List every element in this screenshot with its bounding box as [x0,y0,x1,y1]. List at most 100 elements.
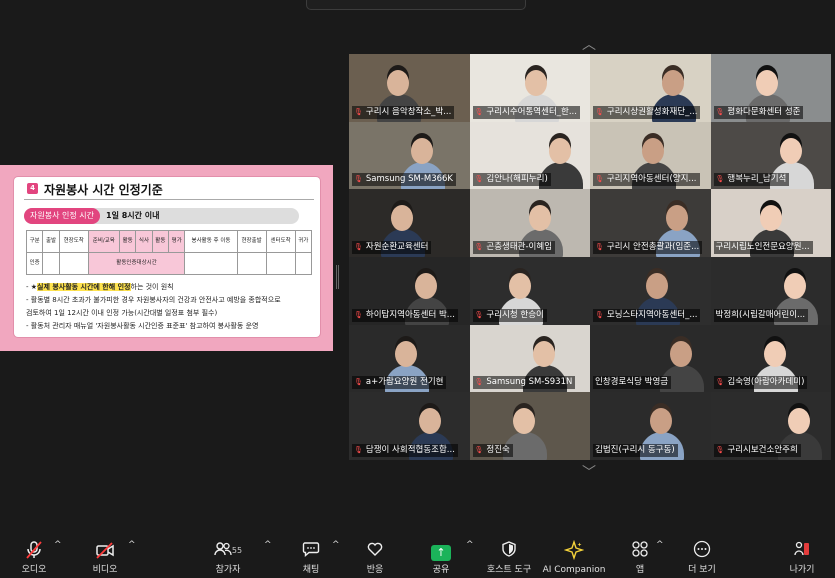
participant-tile[interactable]: 🎙 구리시 안전총괄과(임준... [590,189,711,257]
table-header: 봉사활동 후 이동 [184,230,238,253]
participant-name-label: 🎙 곤충생태관-이혜임 [472,240,556,254]
audio-options-caret[interactable]: ^ [54,540,62,550]
more-button[interactable]: 더 보기 [684,540,720,576]
table-header: 활동 [151,230,170,253]
presentation-slide: 4 자원봉사 시간 인정기준 자원봉사 인정 시간 1일 8시간 이내 구분 출… [14,177,320,337]
table-header: 센터도착 [265,230,296,253]
video-button[interactable]: 비디오 [88,540,122,576]
participant-tile[interactable]: 🎙 하이탑지역아동센터 박... [349,256,470,325]
mic-muted-icon: 🎙 [474,310,484,319]
participant-tile[interactable]: 🎙 평화다문화센터 성준 [710,54,831,122]
chat-button[interactable]: 채팅 [296,540,326,576]
mic-muted-icon: 🎙 [595,175,604,184]
participant-tile[interactable]: 🎙 자원순환교육센터 [349,189,470,257]
participants-options-caret[interactable]: ^ [264,540,272,550]
participant-name: 하이탑지역아동센터 박... [365,309,455,320]
participant-tile[interactable]: 박정희(시립갈매어린이... [710,256,831,325]
table-header: 현장출발 [236,230,267,253]
apps-button[interactable]: 앱 [628,540,652,576]
table-header: 활동 [118,230,137,253]
mic-muted-icon: 🎙 [354,107,363,116]
participant-name: 평화다문화센터 성준 [727,106,801,117]
participant-tile[interactable]: 🎙 구리시수어통역센터_한... [469,54,590,122]
participant-name: 인창경로식당 박영금 [595,377,669,388]
video-options-caret[interactable]: ^ [128,540,136,550]
top-info-bar[interactable] [306,0,526,10]
participant-name-label: 🎙 a+가람요양원 전기현 [352,376,447,390]
participant-tile[interactable]: 🎙 김숙영(아람아카데미) [710,324,831,393]
mic-muted-icon: 🎙 [715,378,725,387]
more-icon [684,540,720,562]
slide-notes: - ★실제 봉사활동 시간에 한해 인정하는 것이 원칙 - 활동별 8시간 초… [26,281,281,333]
audio-button[interactable]: 오디오 [18,540,50,576]
mic-muted-icon: 🎙 [354,445,363,454]
mic-muted-icon: 🎙 [354,310,363,319]
mic-muted-icon: 🎙 [595,310,604,319]
chevron-down-icon[interactable]: ﹀ [582,462,596,482]
participant-tile[interactable]: 🎙 정진숙 [469,392,590,460]
participant-tile[interactable]: 🎙 행복누리_남기석 [710,121,831,190]
note-line: - 활동처 관리자 매뉴얼 '자원봉사활동 시간인증 표준표' 참고하여 봉사활… [26,322,259,330]
participant-tile[interactable]: 🎙 a+가람요양원 전기현 [349,324,470,393]
participant-tile[interactable]: 구리시립노인전문요양원... [710,189,831,257]
participants-button[interactable]: 55 참가자 [208,540,248,576]
recognition-limit: 1일 8시간 이내 [106,211,160,220]
recognition-badge: 자원봉사 인정 시간 [24,208,100,224]
participant-tile[interactable]: 🎙 구리지역아동센터(양지... [590,121,711,190]
mic-muted-icon: 🎙 [595,107,604,116]
note-line: - 활동별 8시간 초과가 불가피한 경우 자원봉사자의 건강과 안전사고 예방… [26,296,281,304]
share-button[interactable]: ↑ 공유 [426,540,456,576]
chevron-up-icon[interactable]: ︿ [582,34,596,54]
mic-muted-icon: 🎙 [474,242,484,251]
participant-name-label: 🎙 구리시 안전총괄과(임준... [593,240,703,254]
participant-name: 구리시수어통역센터_한... [486,106,577,117]
participant-name-label: 구리시립노인전문요양원... [713,240,813,254]
divider-line [24,199,314,200]
participant-tile[interactable]: 인창경로식당 박영금 [590,324,711,393]
leave-button[interactable]: 나가기 [786,540,818,576]
participant-tile[interactable]: 🎙 구리시청 한승이 [469,256,590,325]
participant-tile[interactable]: 🎙 담쟁이 사회적협동조합... [349,392,470,460]
participant-tile[interactable]: 🎙 김안나(해피누리) [469,121,590,190]
participant-name: 구리시 안전총괄과(임준... [606,241,700,252]
participant-name: 구리시청 한승이 [486,309,544,320]
reactions-button[interactable]: 반응 [360,540,390,576]
participant-tile[interactable]: 🎙 곤충생태관-이혜임 [469,189,590,257]
participant-name: 박정희(시립갈매어린이... [715,309,806,320]
share-screen-icon: ↑ [426,540,456,562]
participant-name-label: 🎙 Samsung SM-M366K [352,173,457,187]
participant-tile[interactable]: 🎙 Samsung SM-M366K [349,121,470,190]
participant-name: 자원순환교육센터 [365,241,429,252]
ai-companion-button[interactable]: AI Companion [542,539,606,576]
host-tools-button[interactable]: 호스트 도구 [482,540,536,576]
leave-icon [786,540,818,562]
share-options-caret[interactable]: ^ [466,540,474,550]
shared-screen: 4 자원봉사 시간 인정기준 자원봉사 인정 시간 1일 8시간 이내 구분 출… [0,165,333,351]
apps-icon [628,540,652,562]
participant-name-label: 🎙 김안나(해피누리) [472,173,551,187]
split-resize-handle[interactable] [336,265,339,289]
chat-options-caret[interactable]: ^ [332,540,340,550]
participant-name: 구리시 음악창작소_박... [365,106,452,117]
participant-tile[interactable]: 김법진(구리시 동구동) [590,392,711,460]
heart-icon [360,540,390,562]
participant-tile[interactable]: 🎙 Samsung SM-S931N [469,324,590,393]
participant-tile[interactable]: 🎙 구리시 음악창작소_박... [349,54,470,122]
apps-options-caret[interactable]: ^ [656,540,664,550]
slide-title: 자원봉사 시간 인정기준 [44,183,163,197]
participant-name-label: 🎙 하이탑지역아동센터 박... [352,308,458,322]
video-gallery: 🎙 구리시 음악창작소_박... 🎙 구리시수어통역센터_한... 🎙 구리시상권활성화재… [349,54,831,460]
recognition-row: 자원봉사 인정 시간 1일 8시간 이내 [24,208,299,224]
participant-name-label: 🎙 구리지역아동센터(양지... [593,173,700,187]
note-line: 검토하여 1일 12시간 이내 인정 가능(시간대별 일정표 첨부 필수) [26,309,218,317]
participant-name: Samsung SM-S931N [486,377,573,388]
participant-tile[interactable]: 🎙 구리시상권활성화재단_... [590,54,711,122]
mic-muted-icon [18,540,50,562]
mic-muted-icon: 🎙 [595,242,604,251]
participant-name-label: 🎙 구리시수어통역센터_한... [472,105,580,119]
participant-name: 모닝스타지역아동센터_... [606,309,698,320]
participant-tile[interactable]: 🎙 구리시보건소안주희 [710,392,831,460]
participant-name-label: 🎙 구리시 음악창작소_박... [352,105,455,119]
participant-name-label: 🎙 자원순환교육센터 [352,240,432,254]
participant-tile[interactable]: 🎙 모닝스타지역아동센터_... [590,256,711,325]
